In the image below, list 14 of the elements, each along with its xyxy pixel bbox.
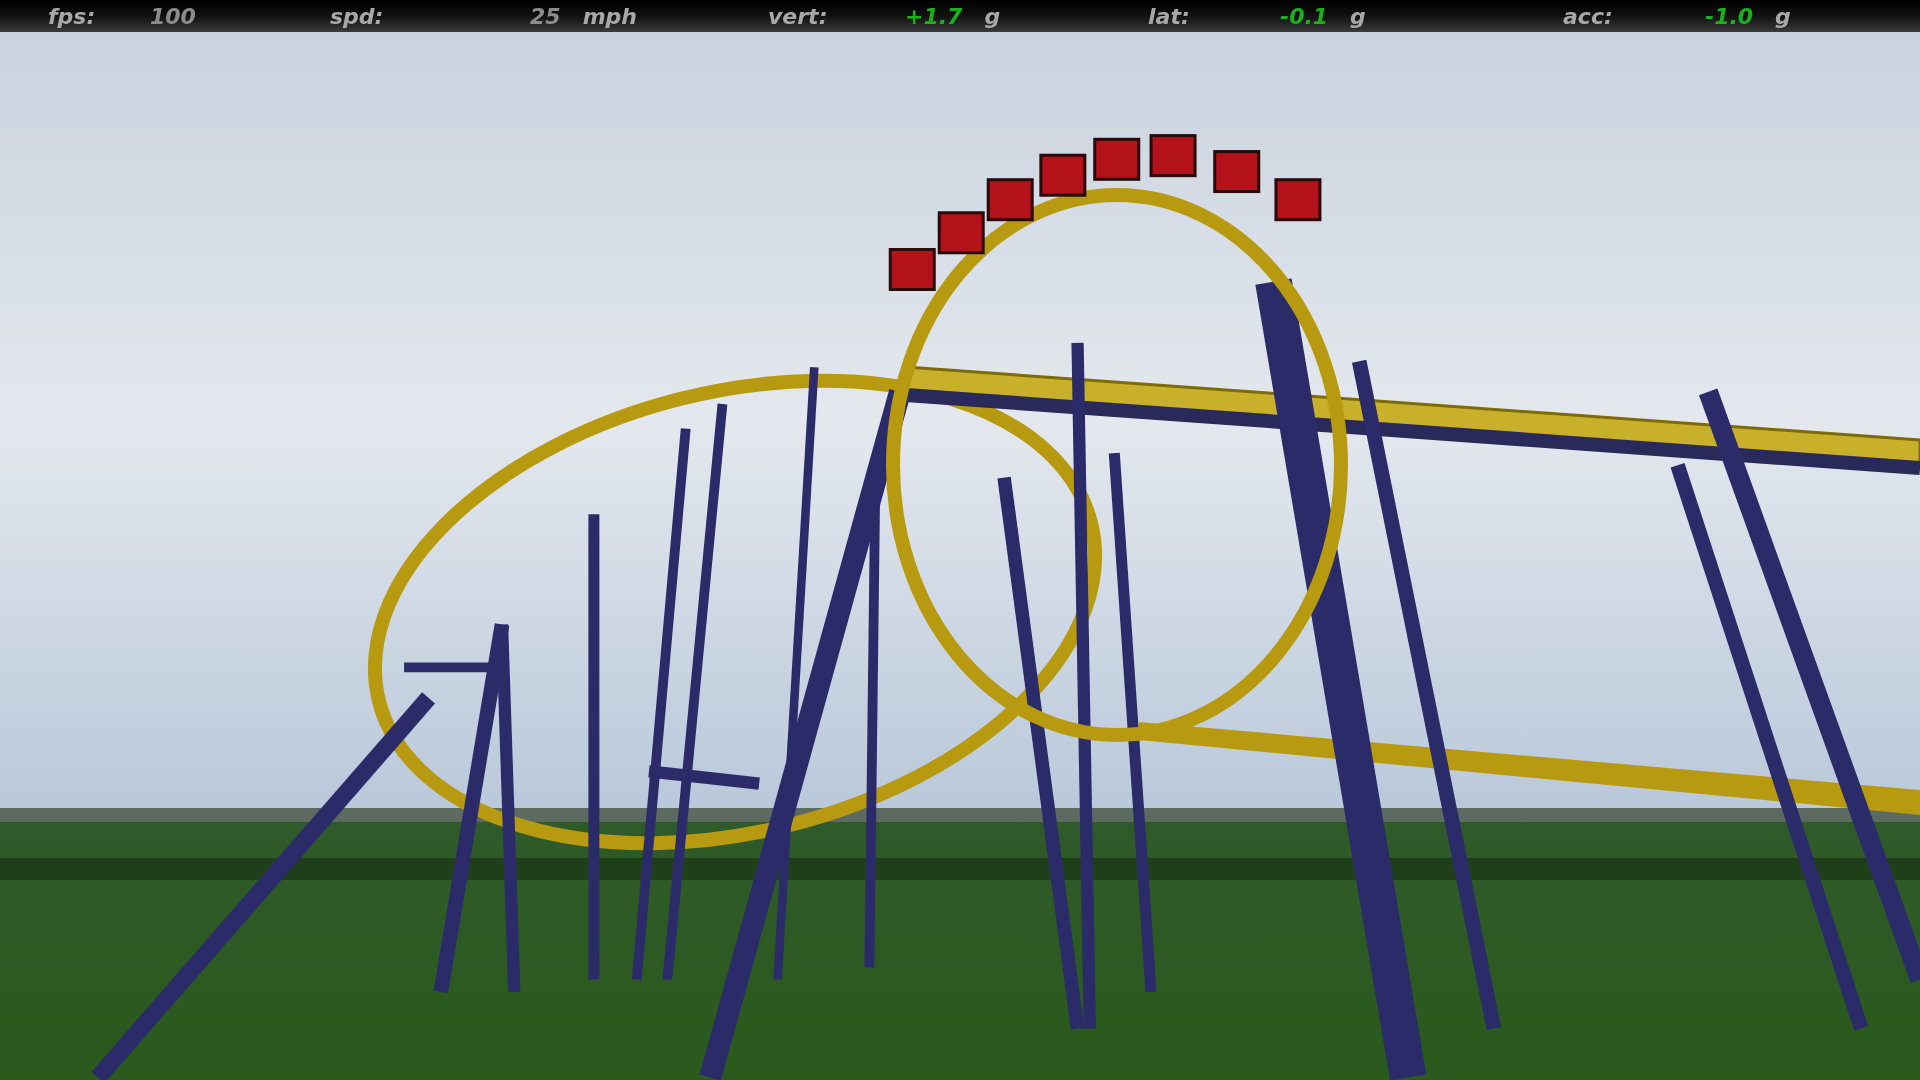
hud-value: 100 <box>150 3 196 29</box>
hud-label: fps: <box>48 3 97 29</box>
hud-value: -0.1 <box>1280 3 1329 29</box>
hud-unit: g <box>1350 3 1366 29</box>
hud-label: acc: <box>1563 3 1614 29</box>
hud-value: 25 <box>530 3 561 29</box>
hud-label: lat: <box>1148 3 1191 29</box>
hud-unit: g <box>984 3 1001 29</box>
hud-unit: g <box>1775 3 1791 29</box>
hud-label: vert: <box>768 3 829 29</box>
hud-label: spd: <box>330 3 385 29</box>
hud-value: -1.0 <box>1705 3 1754 29</box>
hud-value: +1.7 <box>905 3 963 29</box>
hud-unit: mph <box>582 3 637 29</box>
